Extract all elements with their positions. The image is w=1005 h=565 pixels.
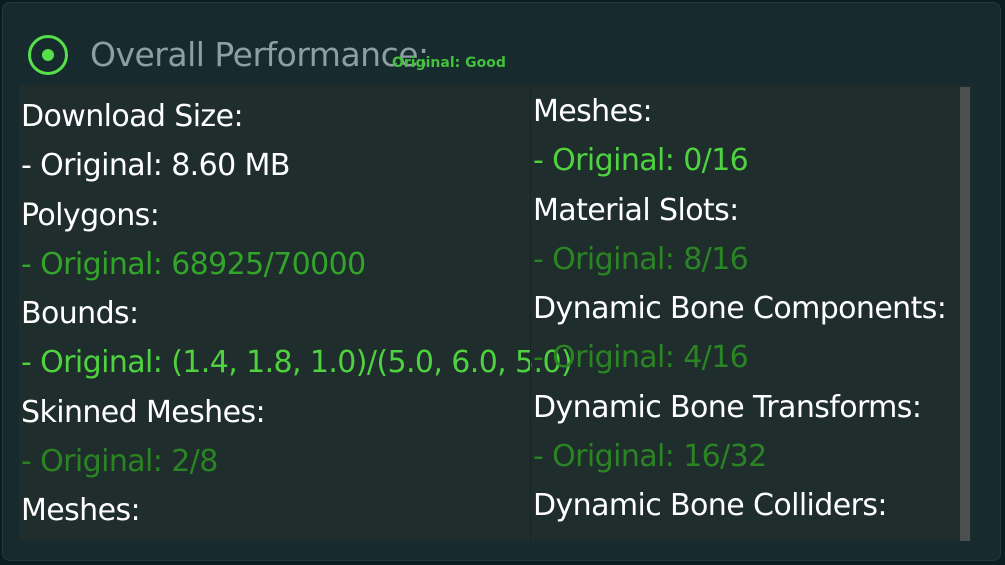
stat-value-polygons: - Original: 68925/70000 [21, 246, 366, 282]
stat-label-dynamic-bone-colliders: Dynamic Bone Colliders: [533, 488, 887, 524]
stat-value-download-size: - Original: 8.60 MB [21, 148, 290, 184]
stat-label-meshes: Meshes: [533, 94, 653, 129]
performance-panel: Overall Performance: Original: Good Down… [2, 2, 1001, 561]
panel-header: Overall Performance: Original: Good [3, 3, 1000, 87]
stat-label-bounds: Bounds: [21, 296, 139, 332]
stat-value-material-slots: - Original: 8/16 [533, 241, 749, 277]
scrollbar[interactable] [960, 87, 970, 541]
stat-value-meshes: - Original: 0/16 [533, 143, 749, 179]
stats-column-right: Meshes: - Original: 0/16 Material Slots:… [530, 85, 961, 541]
stat-value-bounds: - Original: (1.4, 1.8, 1.0)/(5.0, 6.0, 5… [21, 345, 573, 381]
stat-label-download-size: Download Size: [21, 99, 244, 134]
panel-title: Overall Performance: [90, 35, 429, 74]
stat-value-dynamic-bone-colliders: - Original: 0/4 [533, 531, 946, 541]
stat-label-material-slots: Material Slots: [533, 192, 739, 228]
stat-label-dynamic-bone-transforms: Dynamic Bone Transforms: [533, 389, 922, 425]
stat-label-polygons: Polygons: [21, 197, 160, 233]
stat-value-skinned-meshes: - Original: 2/8 [21, 444, 218, 480]
stat-value-dynamic-bone-transforms: - Original: 16/32 [533, 439, 767, 475]
stat-value-dynamic-bone-components: - Original: 4/16 [533, 340, 749, 376]
overall-rating: Original: Good [392, 55, 506, 71]
stat-label-skinned-meshes: Skinned Meshes: [21, 394, 266, 430]
status-indicator-core [42, 49, 54, 61]
stats-scroll-area[interactable]: Download Size: - Original: 8.60 MB Polyg… [19, 85, 971, 541]
stat-label-meshes-left: Meshes: [21, 493, 141, 529]
stats-column-left: Download Size: - Original: 8.60 MB Polyg… [19, 85, 573, 541]
stat-label-dynamic-bone-components: Dynamic Bone Components: [533, 291, 947, 327]
status-indicator-icon [28, 35, 68, 75]
